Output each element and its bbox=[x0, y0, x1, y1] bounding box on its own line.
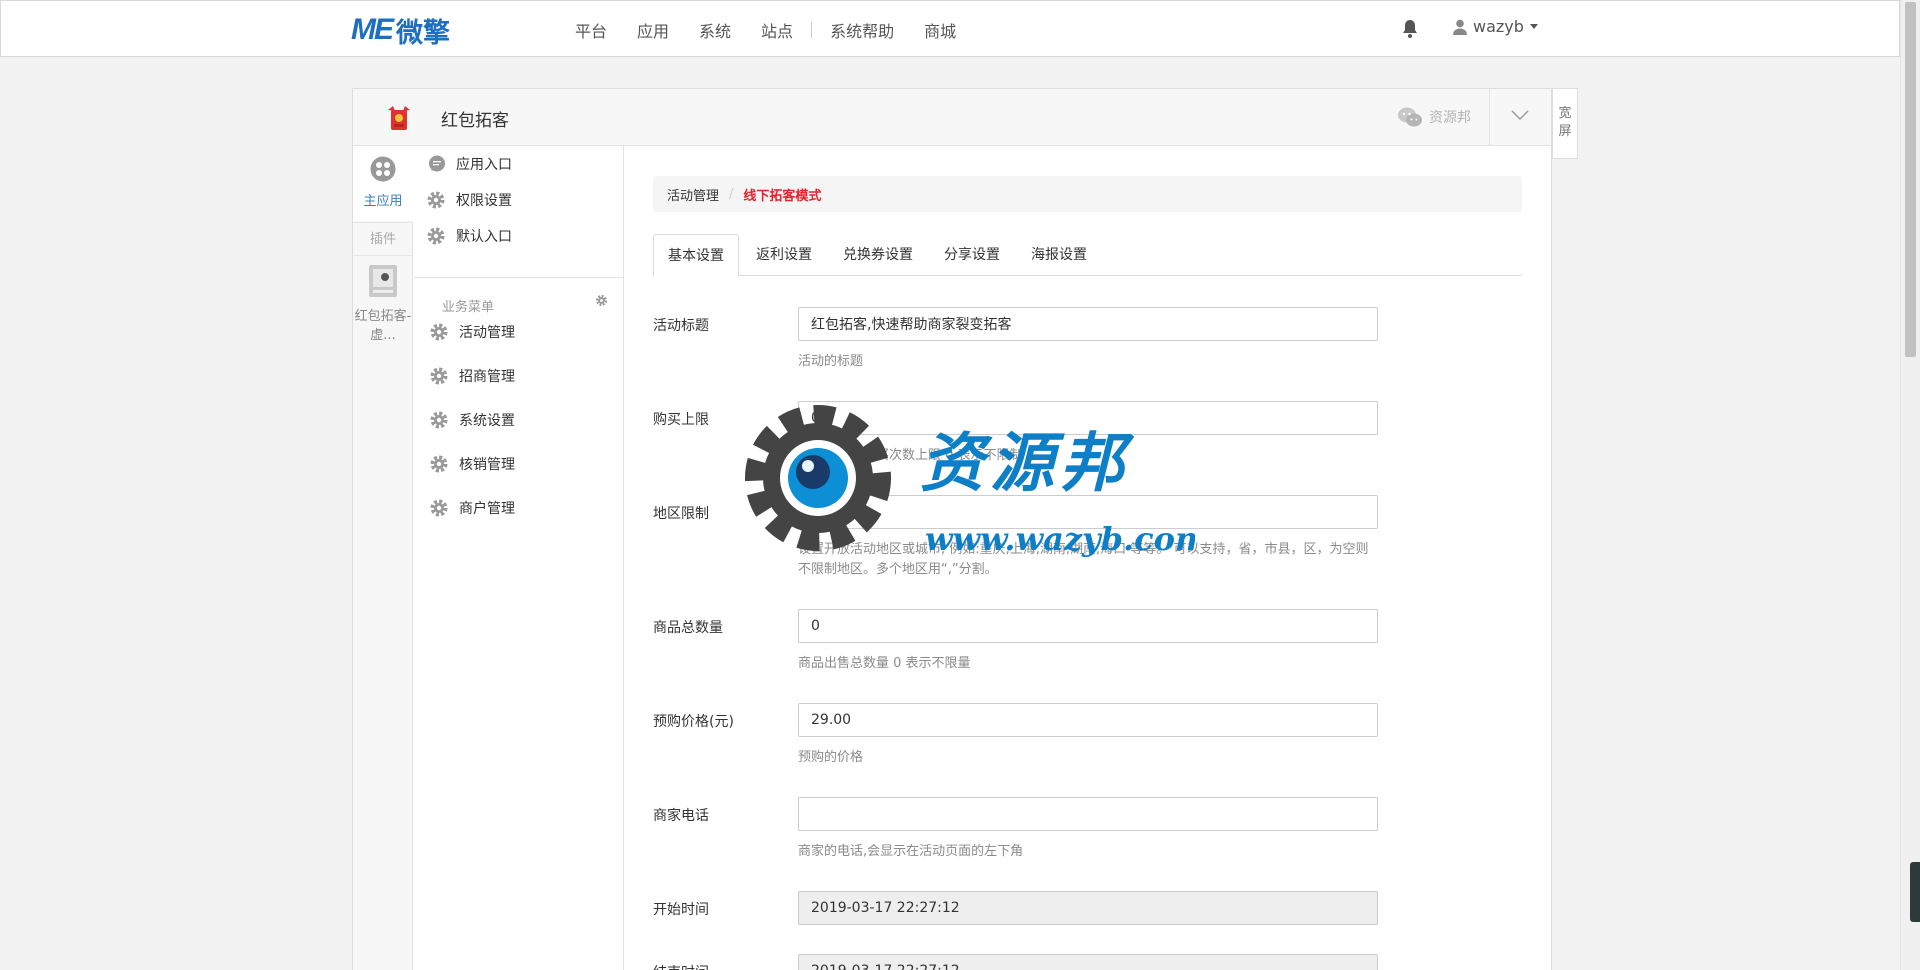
menu-item-label: 默认入口 bbox=[456, 229, 512, 245]
gear-icon bbox=[430, 323, 448, 341]
gear-icon bbox=[430, 367, 448, 385]
nav-system[interactable]: 系统 bbox=[699, 18, 731, 42]
menu-item-activity[interactable]: 活动管理 bbox=[414, 314, 624, 350]
field-help: 商品出售总数量 0 表示不限量 bbox=[798, 656, 971, 671]
field-help: 设置开放活动地区或城市, 例如:重庆,上海,湖南,湖南,海口 等等。 可以支持，… bbox=[798, 542, 1369, 577]
tab-coupon-settings[interactable]: 兑换券设置 bbox=[829, 234, 927, 276]
account-name: 资源邦 bbox=[1429, 110, 1471, 126]
field-help: 每个用户的购买次数上限 0 表示不限制 bbox=[798, 448, 1023, 463]
field-label: 地区限制 bbox=[653, 506, 709, 522]
main-content: 活动管理 / 线下拓客模式 基本设置 返利设置 兑换券设置 分享设置 海报设置 … bbox=[625, 146, 1551, 970]
tab-share-settings[interactable]: 分享设置 bbox=[930, 234, 1014, 276]
menu-item-label: 应用入口 bbox=[456, 157, 512, 173]
field-label: 结束时间 bbox=[653, 962, 709, 970]
app-container: 红包拓客 资源邦 主应用 插件 红包拓客-虚... 应用入口 权限设置 默认入口… bbox=[352, 88, 1552, 970]
field-help: 活动的标题 bbox=[798, 354, 864, 369]
scrollbar-thumb[interactable] bbox=[1905, 2, 1916, 357]
menu-item-label: 招商管理 bbox=[459, 369, 515, 385]
plugin-section-label: 插件 bbox=[353, 222, 413, 256]
app-header: 红包拓客 资源邦 bbox=[353, 89, 1551, 146]
breadcrumb-separator: / bbox=[729, 186, 734, 202]
app-switcher-column: 主应用 插件 红包拓客-虚... bbox=[353, 146, 413, 970]
caret-down-icon bbox=[1529, 24, 1538, 29]
gear-icon bbox=[430, 455, 448, 473]
menu-item-label: 核销管理 bbox=[459, 457, 515, 473]
plugin-item[interactable]: 红包拓客-虚... bbox=[353, 257, 413, 345]
menu-item-merchants[interactable]: 商户管理 bbox=[414, 490, 624, 526]
menu-item-system-settings[interactable]: 系统设置 bbox=[414, 402, 624, 438]
chat-icon bbox=[429, 155, 445, 172]
plugin-thumbnail-icon bbox=[369, 265, 397, 297]
gear-icon bbox=[427, 227, 445, 245]
gear-icon[interactable] bbox=[595, 294, 608, 307]
menu-item-app-entry[interactable]: 应用入口 bbox=[414, 146, 624, 182]
nav-apps[interactable]: 应用 bbox=[637, 18, 669, 42]
end-time-input[interactable] bbox=[798, 954, 1378, 970]
field-label: 活动标题 bbox=[653, 318, 709, 334]
menu-item-merchants-recruit[interactable]: 招商管理 bbox=[414, 358, 624, 394]
main-app-label: 主应用 bbox=[363, 194, 403, 209]
nav-site[interactable]: 站点 bbox=[761, 18, 793, 42]
breadcrumb-current: 线下拓客模式 bbox=[743, 188, 822, 204]
activity-title-input[interactable] bbox=[798, 307, 1378, 341]
main-app-tab[interactable]: 主应用 bbox=[353, 146, 413, 221]
field-label: 预购价格(元) bbox=[653, 714, 734, 730]
menu-item-permissions[interactable]: 权限设置 bbox=[414, 182, 624, 218]
menu-item-label: 权限设置 bbox=[456, 193, 512, 209]
presale-price-input[interactable] bbox=[798, 703, 1378, 737]
tab-rebate-settings[interactable]: 返利设置 bbox=[742, 234, 826, 276]
app-title: 红包拓客 bbox=[441, 111, 509, 131]
menu-item-verification[interactable]: 核销管理 bbox=[414, 446, 624, 482]
gear-icon bbox=[427, 191, 445, 209]
red-envelope-icon bbox=[388, 106, 410, 130]
field-label: 开始时间 bbox=[653, 902, 709, 918]
field-label: 购买上限 bbox=[653, 412, 709, 428]
nav-separator bbox=[811, 21, 813, 38]
logo-text: 微擎 bbox=[396, 17, 450, 49]
field-label: 商品总数量 bbox=[653, 620, 723, 636]
menu-item-label: 商户管理 bbox=[459, 501, 515, 517]
account-switch[interactable]: 资源邦 bbox=[1397, 106, 1471, 128]
total-quantity-input[interactable] bbox=[798, 609, 1378, 643]
apps-grid-icon bbox=[370, 156, 396, 182]
breadcrumb: 活动管理 / 线下拓客模式 bbox=[653, 176, 1522, 212]
username: wazyb bbox=[1473, 17, 1524, 36]
menu-divider bbox=[414, 277, 624, 278]
logo-mark: ME bbox=[351, 13, 394, 46]
settings-tabs: 基本设置 返利设置 兑换券设置 分享设置 海报设置 bbox=[653, 234, 1522, 277]
top-navbar: ME 微擎 平台 应用 系统 站点 系统帮助 商城 wazyb bbox=[0, 0, 1900, 57]
breadcrumb-parent[interactable]: 活动管理 bbox=[667, 185, 719, 204]
chevron-down-icon[interactable] bbox=[1511, 109, 1529, 121]
logo[interactable]: ME 微擎 bbox=[351, 13, 450, 49]
bell-icon[interactable] bbox=[1401, 19, 1419, 39]
field-help: 预购的价格 bbox=[798, 750, 864, 765]
gear-icon bbox=[430, 411, 448, 429]
nav-platform[interactable]: 平台 bbox=[575, 18, 607, 42]
region-limit-input[interactable] bbox=[798, 495, 1378, 529]
gear-icon bbox=[430, 499, 448, 517]
start-time-input[interactable] bbox=[798, 891, 1378, 925]
purchase-limit-input[interactable] bbox=[798, 401, 1378, 435]
plugin-item-label: 红包拓客-虚... bbox=[354, 309, 412, 343]
nav-help[interactable]: 系统帮助 bbox=[830, 18, 894, 42]
user-icon bbox=[1453, 19, 1467, 35]
page-scrollbar[interactable] bbox=[1900, 0, 1920, 970]
tab-poster-settings[interactable]: 海报设置 bbox=[1017, 234, 1101, 276]
side-menu: 应用入口 权限设置 默认入口 业务菜单 活动管理 招商管理 系统设置 核销管理 … bbox=[414, 146, 624, 970]
wechat-icon bbox=[1398, 107, 1422, 127]
menu-item-label: 活动管理 bbox=[459, 325, 515, 341]
menu-group-label: 业务菜单 bbox=[442, 300, 495, 315]
tab-basic-settings[interactable]: 基本设置 bbox=[653, 234, 739, 277]
nav-store[interactable]: 商城 bbox=[924, 18, 956, 42]
field-help: 商家的电话,会显示在活动页面的左下角 bbox=[798, 844, 1024, 859]
menu-item-default-entry[interactable]: 默认入口 bbox=[414, 218, 624, 254]
side-widget[interactable] bbox=[1910, 862, 1920, 922]
user-menu[interactable]: wazyb bbox=[1453, 17, 1538, 36]
top-nav: 平台 应用 系统 站点 系统帮助 商城 bbox=[575, 1, 986, 58]
header-divider bbox=[1489, 89, 1490, 146]
wide-screen-button[interactable]: 宽屏 bbox=[1552, 88, 1578, 159]
merchant-phone-input[interactable] bbox=[798, 797, 1378, 831]
field-label: 商家电话 bbox=[653, 808, 709, 824]
menu-item-label: 系统设置 bbox=[459, 413, 515, 429]
